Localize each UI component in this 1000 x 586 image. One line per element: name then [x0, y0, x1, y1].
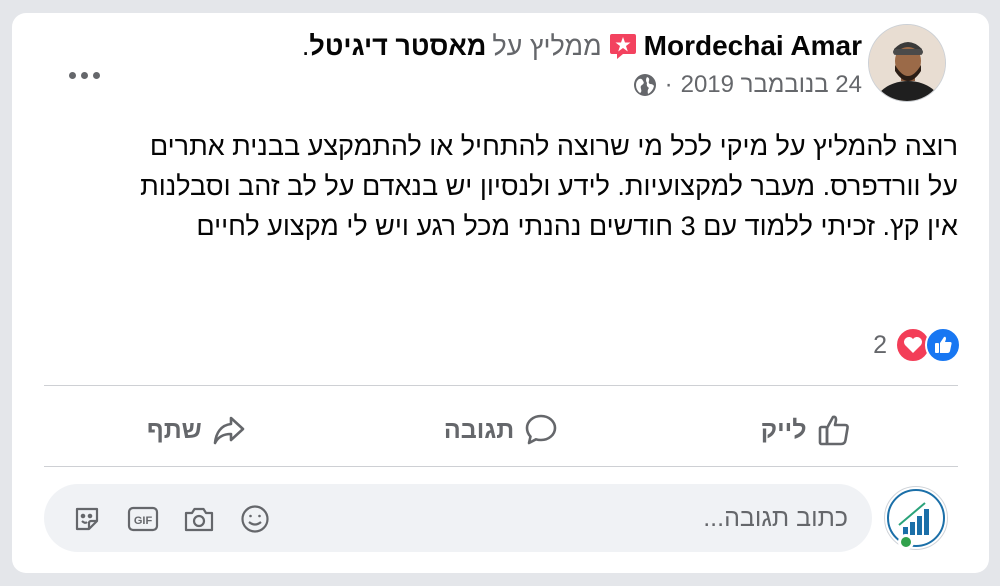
- share-icon: [212, 413, 246, 447]
- post-card: Mordechai Amar ממליץ על מאסטר דיגיטל. 24…: [12, 13, 989, 573]
- page-suffix: .: [301, 30, 310, 61]
- online-status-dot: [898, 534, 914, 550]
- like-button[interactable]: לייק: [653, 394, 958, 466]
- comment-label: תגובה: [443, 415, 515, 444]
- avatar-image: [869, 25, 945, 101]
- like-reaction-icon: [925, 327, 961, 363]
- recommends-text: ממליץ על: [492, 30, 602, 61]
- recommended-page-name[interactable]: מאסטר דיגיטל: [309, 31, 486, 62]
- svg-text:GIF: GIF: [134, 515, 153, 527]
- master-marketing-logo-icon: [887, 489, 945, 547]
- like-label: לייק: [760, 415, 807, 444]
- commenter-avatar[interactable]: [884, 486, 948, 550]
- globe-icon[interactable]: [633, 73, 657, 97]
- like-icon: [817, 413, 851, 447]
- divider-top: [44, 385, 958, 386]
- author-name[interactable]: Mordechai Amar: [644, 30, 862, 62]
- reaction-count: 2: [873, 330, 887, 359]
- comment-input[interactable]: [288, 484, 848, 552]
- reactions-summary[interactable]: 2: [873, 326, 961, 364]
- comment-composer[interactable]: GIF: [44, 484, 872, 552]
- sticker-icon[interactable]: [70, 502, 104, 536]
- camera-icon[interactable]: [182, 502, 216, 536]
- post-header: Mordechai Amar ממליץ על מאסטר דיגיטל.: [302, 26, 862, 66]
- meta-separator: ·: [664, 71, 673, 98]
- post-date[interactable]: 24 בנובמבר 2019: [681, 71, 862, 99]
- post-text: רוצה להמליץ על מיקי לכל מי שרוצה להתחיל …: [140, 131, 958, 241]
- gif-icon[interactable]: GIF: [126, 502, 160, 536]
- divider-bottom: [44, 466, 958, 467]
- reaction-icons: [895, 327, 961, 363]
- share-label: שתף: [146, 415, 202, 444]
- comment-tools: GIF: [70, 502, 272, 536]
- comment-icon: [524, 413, 558, 447]
- post-meta: 24 בנובמבר 2019 ·: [633, 70, 862, 100]
- more-options-icon[interactable]: [64, 63, 104, 87]
- comment-button[interactable]: תגובה: [349, 394, 654, 466]
- post-actions: לייק תגובה שתף: [44, 394, 958, 466]
- author-avatar[interactable]: [868, 24, 946, 102]
- emoji-icon[interactable]: [238, 502, 272, 536]
- share-button[interactable]: שתף: [44, 394, 349, 466]
- recommend-icon: [608, 31, 638, 61]
